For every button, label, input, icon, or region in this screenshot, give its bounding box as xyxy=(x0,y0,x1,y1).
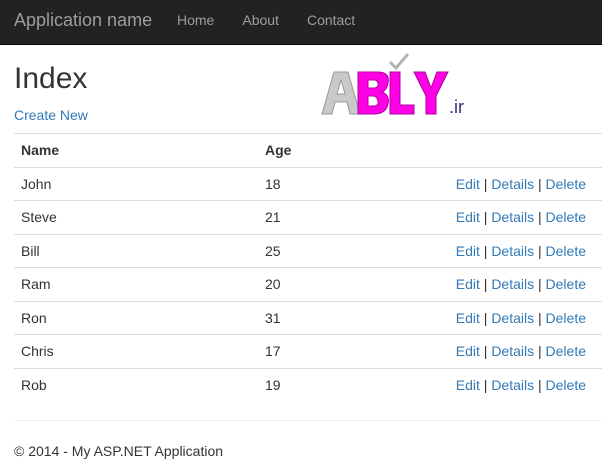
cell-name: Steve xyxy=(14,200,258,234)
separator: | xyxy=(483,209,488,226)
table-row: Ram 20 Edit | Details | Delete xyxy=(14,267,602,301)
separator: | xyxy=(483,343,488,360)
separator: | xyxy=(538,377,542,393)
details-link[interactable]: Details xyxy=(491,276,534,292)
page-title: Index xyxy=(14,62,88,95)
details-link[interactable]: Details xyxy=(491,209,534,225)
edit-link[interactable]: Edit xyxy=(456,310,480,326)
cell-age: 18 xyxy=(258,166,418,201)
logo-letter-a xyxy=(321,71,361,115)
separator: | xyxy=(538,276,542,293)
header-age: Age xyxy=(258,133,418,168)
cell-name: Bill xyxy=(14,233,258,268)
separator: | xyxy=(483,242,488,259)
nav-contact[interactable]: Contact xyxy=(307,12,355,28)
nav-links: Home About Contact xyxy=(177,12,383,28)
navbar: Application name Home About Contact xyxy=(0,0,602,45)
cell-age: 19 xyxy=(258,367,418,402)
logo-suffix: .ir xyxy=(449,97,464,117)
table-row: John 18 Edit | Details | Delete xyxy=(14,166,602,201)
separator: | xyxy=(483,175,488,192)
edit-link[interactable]: Edit xyxy=(456,377,480,393)
delete-link[interactable]: Delete xyxy=(546,209,586,225)
nav-about[interactable]: About xyxy=(242,12,279,28)
cell-name: Chris xyxy=(14,334,258,368)
table-row: Rob 19 Edit | Details | Delete xyxy=(14,367,602,402)
cell-actions: Edit | Details | Delete xyxy=(418,334,602,368)
delete-link[interactable]: Delete xyxy=(546,377,586,393)
separator: | xyxy=(483,276,488,293)
table-header-row: Name Age xyxy=(14,133,602,168)
cell-name: John xyxy=(14,166,258,201)
delete-link[interactable]: Delete xyxy=(546,176,586,192)
cell-actions: Edit | Details | Delete xyxy=(418,200,602,234)
cell-actions: Edit | Details | Delete xyxy=(418,233,602,268)
delete-link[interactable]: Delete xyxy=(546,276,586,292)
check-mark-icon xyxy=(388,53,410,71)
separator: | xyxy=(538,242,542,259)
brand-link[interactable]: Application name xyxy=(14,10,152,31)
details-link[interactable]: Details xyxy=(491,343,534,359)
cell-age: 17 xyxy=(258,334,418,368)
separator: | xyxy=(538,209,542,226)
cell-actions: Edit | Details | Delete xyxy=(418,166,602,201)
create-new-link[interactable]: Create New xyxy=(14,107,88,123)
cell-name: Rob xyxy=(14,367,258,402)
edit-link[interactable]: Edit xyxy=(456,343,480,359)
header-actions xyxy=(418,133,602,168)
delete-link[interactable]: Delete xyxy=(546,343,586,359)
edit-link[interactable]: Edit xyxy=(456,176,480,192)
separator: | xyxy=(483,309,488,326)
edit-link[interactable]: Edit xyxy=(456,276,480,292)
details-link[interactable]: Details xyxy=(491,377,534,393)
separator: | xyxy=(538,309,542,326)
details-link[interactable]: Details xyxy=(491,310,534,326)
cell-actions: Edit | Details | Delete xyxy=(418,367,602,402)
edit-link[interactable]: Edit xyxy=(456,209,480,225)
people-table: Name Age John 18 Edit | Details | Delete… xyxy=(14,133,602,402)
cell-actions: Edit | Details | Delete xyxy=(418,300,602,335)
details-link[interactable]: Details xyxy=(491,176,534,192)
cell-age: 21 xyxy=(258,200,418,234)
logo-letter-y xyxy=(413,71,449,115)
cell-name: Ron xyxy=(14,300,258,335)
header-name: Name xyxy=(14,133,258,168)
table-row: Chris 17 Edit | Details | Delete xyxy=(14,334,602,368)
table-row: Ron 31 Edit | Details | Delete xyxy=(14,300,602,335)
edit-link[interactable]: Edit xyxy=(456,243,480,259)
cell-actions: Edit | Details | Delete xyxy=(418,267,602,301)
delete-link[interactable]: Delete xyxy=(546,243,586,259)
logo-letter-l xyxy=(389,71,415,115)
cell-name: Ram xyxy=(14,267,258,301)
cell-age: 25 xyxy=(258,233,418,268)
separator: | xyxy=(483,377,488,393)
separator: | xyxy=(538,343,542,360)
table-row: Bill 25 Edit | Details | Delete xyxy=(14,233,602,268)
separator: | xyxy=(538,175,542,192)
ably-logo: .ir xyxy=(321,53,464,117)
table-row: Steve 21 Edit | Details | Delete xyxy=(14,200,602,234)
details-link[interactable]: Details xyxy=(491,243,534,259)
delete-link[interactable]: Delete xyxy=(546,310,586,326)
footer-divider xyxy=(14,420,602,421)
logo-letter-b xyxy=(357,71,389,115)
nav-home[interactable]: Home xyxy=(177,12,214,28)
cell-age: 31 xyxy=(258,300,418,335)
footer-text: © 2014 - My ASP.NET Application xyxy=(14,443,224,459)
cell-age: 20 xyxy=(258,267,418,301)
